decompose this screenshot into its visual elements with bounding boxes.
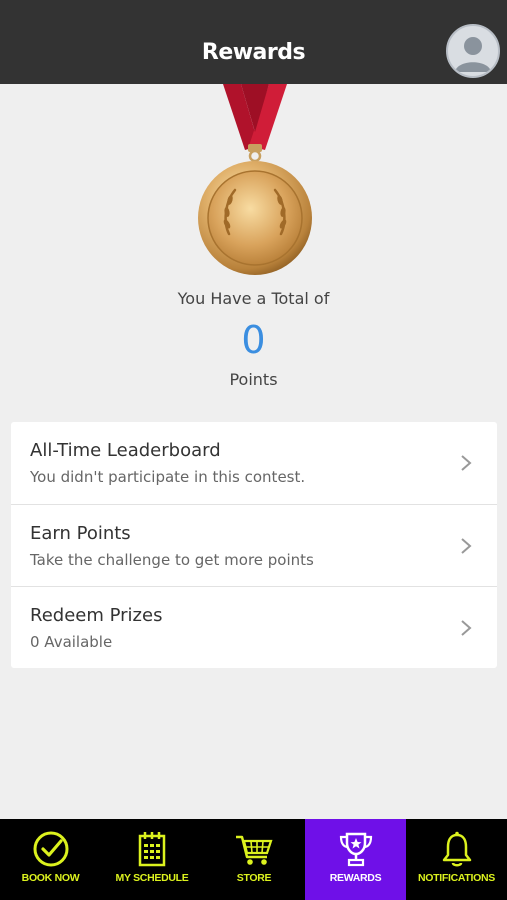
- tab-notifications[interactable]: NOTIFICATIONS: [406, 819, 507, 900]
- menu-item-title: Earn Points: [30, 523, 131, 544]
- chevron-right-icon: [461, 620, 472, 636]
- tab-my-schedule[interactable]: MY SCHEDULE: [101, 819, 203, 900]
- tab-rewards[interactable]: REWARDS: [305, 819, 406, 900]
- rewards-menu: All-Time Leaderboard You didn't particip…: [11, 422, 497, 668]
- points-label: Points: [229, 370, 278, 389]
- tab-book-now[interactable]: BOOK NOW: [0, 819, 101, 900]
- tab-label: REWARDS: [329, 872, 382, 884]
- menu-item-leaderboard[interactable]: All-Time Leaderboard You didn't particip…: [11, 422, 497, 504]
- tab-label: MY SCHEDULE: [115, 872, 189, 884]
- profile-avatar[interactable]: [446, 24, 500, 78]
- menu-item-subtitle: You didn't participate in this contest.: [30, 468, 306, 486]
- menu-item-redeem-prizes[interactable]: Redeem Prizes 0 Available: [11, 586, 497, 668]
- tab-label: STORE: [236, 872, 272, 884]
- app-header: Rewards: [0, 0, 507, 84]
- bell-icon: [442, 831, 471, 867]
- medal-icon: [198, 84, 312, 275]
- menu-item-earn-points[interactable]: Earn Points Take the challenge to get mo…: [11, 504, 497, 586]
- menu-item-subtitle: 0 Available: [30, 633, 113, 651]
- tab-store[interactable]: STORE: [203, 819, 305, 900]
- page-title: Rewards: [201, 40, 306, 65]
- chevron-right-icon: [461, 455, 472, 471]
- check-circle-icon: [33, 831, 68, 867]
- tab-label: BOOK NOW: [21, 872, 80, 884]
- calendar-icon: [138, 832, 166, 867]
- menu-item-subtitle: Take the challenge to get more points: [30, 551, 314, 569]
- chevron-right-icon: [461, 538, 472, 554]
- menu-item-title: All-Time Leaderboard: [30, 440, 221, 461]
- user-icon: [455, 37, 491, 72]
- cart-icon: [236, 835, 273, 865]
- tab-label: NOTIFICATIONS: [418, 872, 495, 884]
- trophy-icon: [339, 832, 372, 867]
- bottom-tab-bar: BOOK NOW MY SCHEDULE STORE REWARDS NOTIF…: [0, 819, 507, 900]
- menu-item-title: Redeem Prizes: [30, 605, 163, 626]
- total-label: You Have a Total of: [177, 289, 330, 308]
- points-value: 0: [241, 318, 266, 362]
